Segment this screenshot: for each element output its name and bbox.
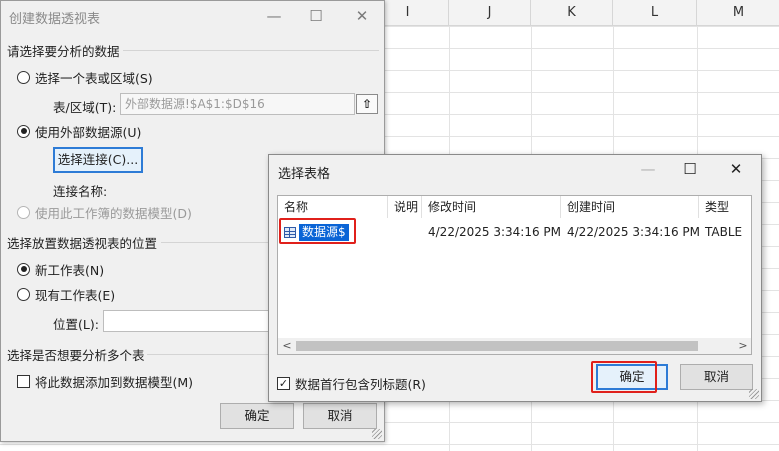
section-analyze-data: 请选择要分析的数据 bbox=[7, 44, 120, 59]
radio-label: 使用此工作簿的数据模型(D) bbox=[35, 205, 192, 221]
checkbox-label: 数据首行包含列标题(R) bbox=[295, 376, 426, 392]
scrollbar-thumb[interactable] bbox=[296, 341, 698, 351]
radio-button-disabled bbox=[17, 205, 30, 219]
section-placement: 选择放置数据透视表的位置 bbox=[7, 236, 158, 251]
radio-button[interactable] bbox=[17, 70, 30, 84]
radio-new-sheet[interactable]: 新工作表(N) bbox=[17, 260, 104, 278]
arrow-up-icon: ⇧ bbox=[361, 97, 373, 111]
row-type: TABLE bbox=[705, 225, 743, 239]
cancel-button[interactable]: 取消 bbox=[680, 364, 753, 390]
ok-button[interactable]: 确定 bbox=[220, 403, 294, 429]
location-label: 位置(L): bbox=[53, 317, 99, 332]
minimize-icon[interactable]: — bbox=[633, 158, 663, 180]
column-header-k[interactable]: K bbox=[531, 0, 613, 26]
table-list[interactable]: 名称 说明 修改时间 创建时间 类型 数据源$ 4/22/2025 3:34:1… bbox=[277, 195, 752, 355]
radio-label: 新工作表(N) bbox=[35, 262, 105, 278]
section-multiple-tables: 选择是否想要分析多个表 bbox=[7, 348, 145, 363]
column-header-type[interactable]: 类型 bbox=[699, 196, 751, 218]
first-row-header-checkbox[interactable]: ✓ 数据首行包含列标题(R) bbox=[277, 374, 426, 392]
row-modified-time: 4/22/2025 3:34:16 PM bbox=[428, 225, 562, 239]
add-to-data-model-checkbox[interactable]: 将此数据添加到数据模型(M) bbox=[17, 372, 193, 390]
radio-label: 选择一个表或区域(S) bbox=[35, 70, 153, 86]
table-range-label: 表/区域(T): bbox=[53, 100, 117, 115]
highlight-box bbox=[279, 218, 356, 244]
radio-button[interactable] bbox=[17, 287, 30, 301]
radio-button-selected[interactable] bbox=[17, 124, 30, 138]
divider bbox=[161, 242, 271, 243]
radio-existing-sheet[interactable]: 现有工作表(E) bbox=[17, 285, 115, 303]
column-header-name[interactable]: 名称 bbox=[278, 196, 388, 218]
close-icon[interactable]: ✕ bbox=[721, 158, 751, 180]
divider bbox=[147, 354, 271, 355]
resize-grip-icon[interactable] bbox=[749, 389, 759, 399]
maximize-icon[interactable]: ☐ bbox=[675, 158, 705, 180]
connection-name-label: 连接名称: bbox=[53, 184, 108, 199]
scroll-left-icon[interactable]: < bbox=[279, 338, 295, 354]
radio-label: 使用外部数据源(U) bbox=[35, 124, 142, 140]
radio-label: 现有工作表(E) bbox=[35, 287, 116, 303]
table-list-header: 名称 说明 修改时间 创建时间 类型 bbox=[278, 196, 751, 218]
column-header-l[interactable]: L bbox=[613, 0, 697, 26]
row-description bbox=[388, 222, 422, 242]
column-header-j[interactable]: J bbox=[449, 0, 531, 26]
checkbox-checked[interactable]: ✓ bbox=[277, 376, 290, 390]
choose-connection-button[interactable]: 选择连接(C)... bbox=[53, 147, 143, 173]
table-range-input[interactable]: 外部数据源!$A$1:$D$16 bbox=[120, 93, 355, 115]
horizontal-scrollbar[interactable]: < > bbox=[278, 338, 751, 354]
maximize-icon[interactable]: ☐ bbox=[301, 5, 331, 27]
column-header-modified[interactable]: 修改时间 bbox=[422, 196, 561, 218]
radio-table-range[interactable]: 选择一个表或区域(S) bbox=[17, 68, 153, 86]
collapse-dialog-button[interactable]: ⇧ bbox=[356, 94, 378, 114]
radio-button-selected[interactable] bbox=[17, 262, 30, 276]
radio-external-source[interactable]: 使用外部数据源(U) bbox=[17, 122, 141, 140]
checkbox-label: 将此数据添加到数据模型(M) bbox=[35, 374, 194, 390]
select-table-dialog: 选择表格 — ☐ ✕ 名称 说明 修改时间 创建时间 类型 数据源$ 4/22/… bbox=[268, 154, 762, 402]
scroll-right-icon[interactable]: > bbox=[735, 338, 751, 354]
column-header-description[interactable]: 说明 bbox=[388, 196, 422, 218]
divider bbox=[123, 50, 379, 51]
radio-data-model[interactable]: 使用此工作簿的数据模型(D) bbox=[17, 203, 192, 221]
location-input[interactable] bbox=[103, 310, 271, 332]
column-header-m[interactable]: M bbox=[697, 0, 779, 26]
resize-grip-icon[interactable] bbox=[372, 429, 382, 439]
dialog-title: 创建数据透视表 bbox=[9, 12, 101, 27]
cancel-button[interactable]: 取消 bbox=[303, 403, 377, 429]
column-header-created[interactable]: 创建时间 bbox=[561, 196, 699, 218]
row-created-time: 4/22/2025 3:34:16 PM bbox=[567, 225, 701, 239]
title-bar[interactable]: 创建数据透视表 — ☐ ✕ bbox=[1, 1, 384, 31]
highlight-box bbox=[591, 361, 657, 393]
close-icon[interactable]: ✕ bbox=[347, 5, 377, 27]
checkbox[interactable] bbox=[17, 374, 30, 388]
minimize-icon[interactable]: — bbox=[259, 5, 289, 27]
dialog-title: 选择表格 bbox=[278, 167, 331, 182]
